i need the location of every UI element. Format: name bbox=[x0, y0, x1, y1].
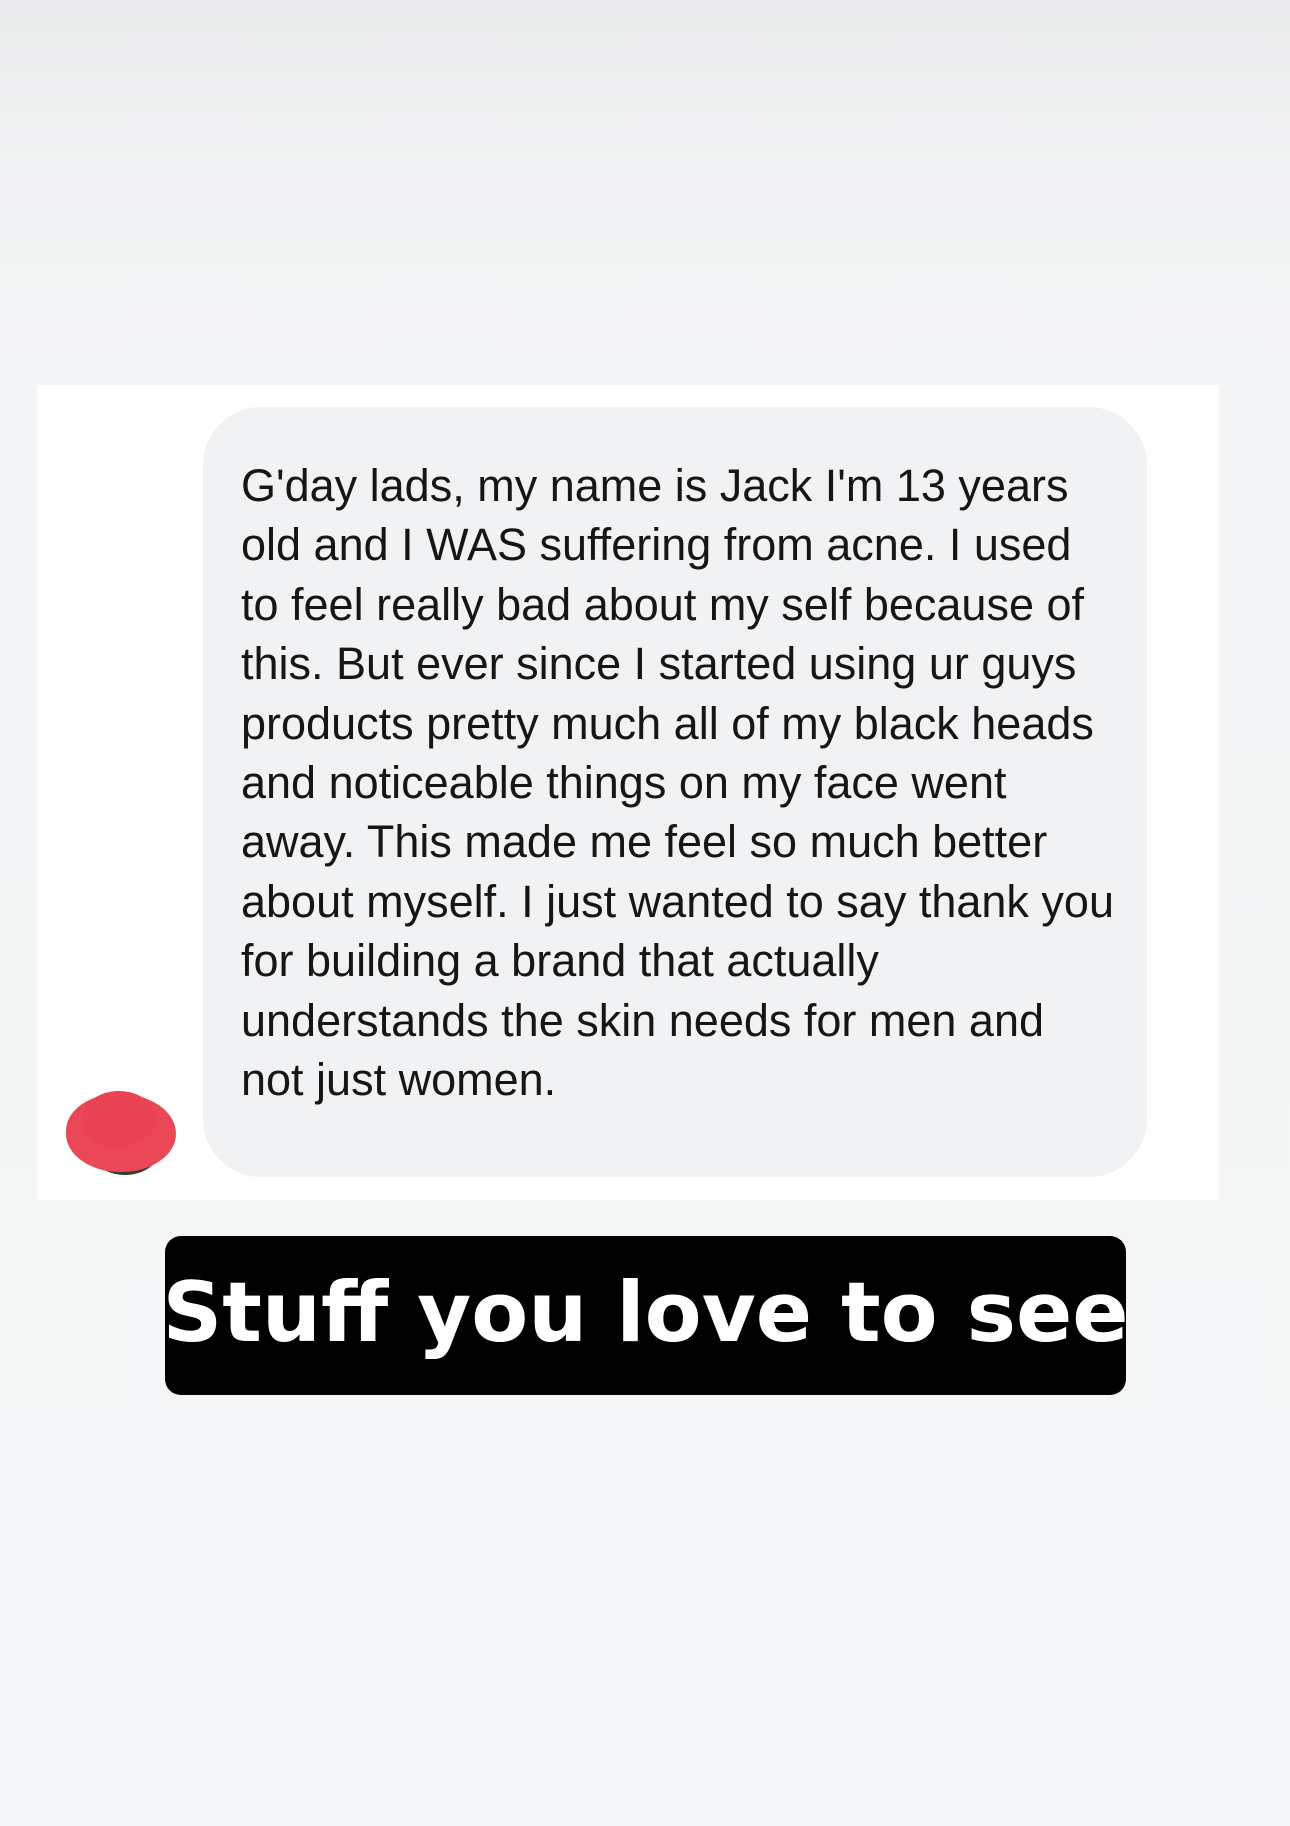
caption-text: Stuff you love to see bbox=[162, 1264, 1129, 1361]
avatar-redaction-scribble-highlight bbox=[82, 1091, 156, 1147]
message-screenshot-card: G'day lads, my name is Jack I'm 13 years… bbox=[37, 385, 1219, 1200]
received-message-bubble: G'day lads, my name is Jack I'm 13 years… bbox=[203, 407, 1147, 1177]
redacted-avatar-icon bbox=[66, 1091, 176, 1181]
message-text: G'day lads, my name is Jack I'm 13 years… bbox=[241, 460, 1114, 1106]
story-caption: Stuff you love to see bbox=[162, 1236, 1129, 1395]
